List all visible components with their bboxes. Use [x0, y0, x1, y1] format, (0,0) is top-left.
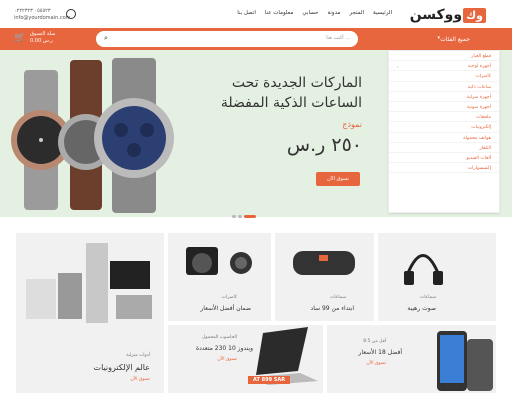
cart-icon[interactable]: 🛒 [14, 33, 26, 43]
hero-title-line1: الماركات الجديدة تحت [231, 75, 362, 91]
nav-shop[interactable]: المتجر [349, 10, 364, 16]
card-laptop-title: ويندوز 10 230 متعددة [195, 345, 253, 352]
nav-home[interactable]: الرئيسية [373, 10, 392, 16]
menu-item[interactable]: › أجهزة لوحية [389, 61, 499, 72]
category-menu: قطع الغيار › أجهزة لوحية كاميرات ساعات ذك… [388, 50, 500, 213]
card-laptop-link[interactable]: تسوق الآن [217, 357, 237, 362]
headset-icon [66, 9, 76, 19]
card-headset-title: صوت رهيبة [407, 305, 436, 312]
card-speaker[interactable]: سماعات ابتداء من 99 ساد [275, 233, 374, 321]
watch-blue-icon [94, 58, 174, 213]
menu-item[interactable]: أجهزة منزلية [389, 92, 499, 102]
contact-phone: ٠٥٥٥٢٣ ٠٢٢٢٣٢٣ [14, 8, 51, 14]
chevron-left-icon: › [397, 64, 399, 70]
card-electronics-title: عالم الإلكترونيات [93, 363, 150, 372]
menu-item[interactable]: هواتف محمولة [389, 133, 499, 143]
menu-item[interactable]: ساعات ذكية [389, 82, 499, 92]
contact-info: ٠٥٥٥٢٣ ٠٢٢٢٣٢٣ info@yourdomain.com [14, 8, 76, 22]
nav-account[interactable]: حسابي [302, 10, 318, 16]
nav-contact[interactable]: اتصل بنا [237, 10, 256, 16]
brand-logo[interactable]: وك ووكسن [410, 4, 486, 26]
categories-toggle[interactable]: ▾ جميع الفئات [388, 28, 512, 50]
carousel-dots [232, 203, 258, 222]
cart-label: سلة التسوق [30, 31, 56, 37]
main-nav: الرئيسية المتجر مدونة حسابي معلومات عنا … [228, 10, 392, 16]
carousel-dot[interactable] [238, 215, 242, 218]
brand-mark: وك [463, 7, 486, 23]
appliances-image [26, 243, 152, 323]
card-speaker-sub: سماعات [329, 295, 346, 300]
hero-price: ٢٥٠ ر.س [286, 134, 362, 156]
carousel-dot-active[interactable] [244, 215, 256, 218]
nav-blog[interactable]: مدونة [327, 10, 340, 16]
card-phones-link[interactable]: تسوق الآن [366, 361, 386, 366]
menu-item[interactable]: قطع الغيار [389, 51, 499, 62]
search-icon[interactable]: ⌕ [104, 34, 108, 43]
card-laptop-sub: الحاسوب المحمول [202, 335, 237, 340]
menu-item[interactable]: كاميرات [389, 71, 499, 82]
menu-item[interactable]: إلكترونيات [389, 122, 499, 133]
contact-email[interactable]: info@yourdomain.com [14, 15, 71, 22]
hero-shop-button[interactable]: تسوق الآن [316, 172, 360, 186]
cart-info[interactable]: سلة التسوق 0.00 ر.س [30, 31, 55, 45]
cart-total: 0.00 ر.س [30, 38, 53, 44]
hero-model-label: نموذج [342, 120, 362, 129]
card-headset[interactable]: سماعات صوت رهيبة [378, 233, 496, 321]
menu-item[interactable]: ملحقات [389, 112, 499, 123]
carousel-dot[interactable] [232, 215, 236, 218]
card-phones[interactable]: أقل من 8:5 أفضل 18 الأسعار تسوق الآن [327, 325, 496, 393]
card-camera[interactable]: كاميرات ضمان أفضل الأسعار [168, 233, 271, 321]
card-camera-sub: كاميرات [221, 295, 237, 300]
card-electronics-sub: أدوات منزلية [126, 353, 150, 358]
card-camera-title: ضمان أفضل الأسعار [200, 305, 251, 312]
menu-item[interactable]: إكسسوارات [389, 163, 499, 174]
search-box[interactable]: أكتب هنا ... ⌕ [96, 31, 358, 47]
card-electronics[interactable]: أدوات منزلية عالم الإلكترونيات تسوق الآن [16, 233, 164, 393]
nav-about[interactable]: معلومات عنا [265, 10, 293, 16]
card-electronics-link[interactable]: تسوق الآن [130, 377, 150, 382]
card-speaker-title: ابتداء من 99 ساد [310, 305, 354, 312]
menu-item[interactable]: التلفاز [389, 143, 499, 153]
search-input[interactable]: أكتب هنا ... [326, 35, 350, 41]
categories-label: جميع الفئات [440, 36, 470, 43]
card-phones-sub: أقل من 8:5 [363, 339, 386, 344]
top-bar: وك ووكسن الرئيسية المتجر مدونة حسابي معل… [0, 0, 512, 28]
hero-title-line2: الساعات الذكية المفضلة [220, 95, 362, 111]
card-headset-sub: سماعات [419, 295, 436, 300]
phones-image [437, 331, 493, 391]
laptop-image [252, 327, 318, 385]
hero-title: الماركات الجديدة تحت الساعات الذكية المف… [221, 73, 362, 113]
menu-item[interactable]: أجهزة صوتية [389, 102, 499, 113]
headset-image [404, 254, 443, 285]
card-phones-title: أفضل 18 الأسعار [358, 349, 403, 356]
card-laptop[interactable]: الحاسوب المحمول ويندوز 10 230 متعددة تسو… [168, 325, 323, 393]
laptop-price-badge: AT 899 SAR [248, 376, 291, 384]
brand-name: ووكسن [409, 7, 463, 23]
menu-item[interactable]: ألعاب الفيديو [389, 153, 499, 164]
